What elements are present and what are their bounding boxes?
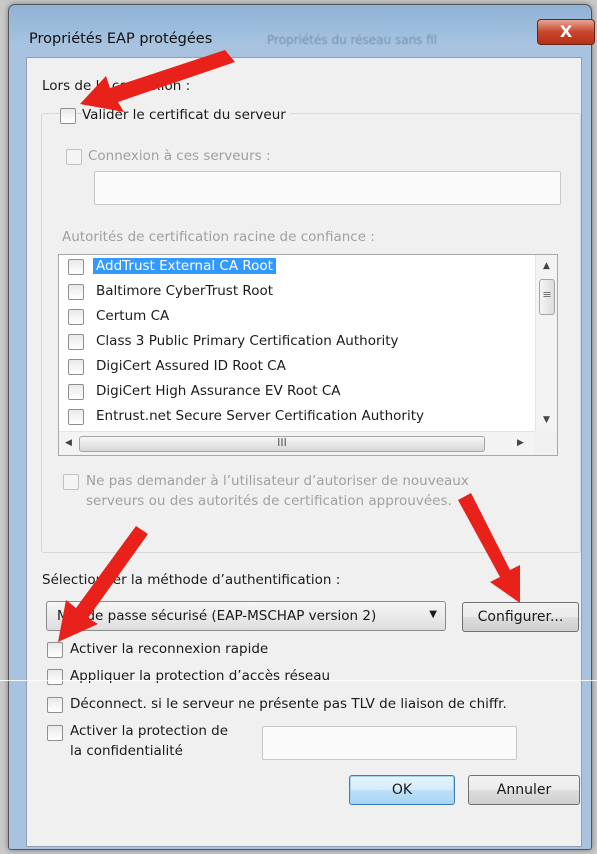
validate-cert-label: Valider le certificat du serveur [82,107,290,123]
certificate-checkbox[interactable] [68,259,84,275]
connect-servers-checkbox[interactable] [66,149,82,165]
list-item[interactable]: Certum CA [59,305,529,330]
trusted-roots-label: Autorités de certification racine de con… [62,229,375,245]
certificate-checkbox[interactable] [68,359,84,375]
auth-method-heading: Sélectionner la méthode d’authentificati… [42,572,341,588]
list-item[interactable]: DigiCert High Assurance EV Root CA [59,380,529,405]
arrow-up-icon[interactable]: ▲ [543,261,550,271]
servers-input[interactable] [94,171,561,205]
connect-servers-label: Connexion à ces serveurs : [88,148,271,164]
privacy-checkbox[interactable] [47,725,63,741]
auth-method-value: Mot de passe sécurisé (EAP-MSCHAP versio… [57,608,377,624]
privacy-label-line2: la confidentialité [70,743,183,759]
privacy-label-line1: Activer la protection de [70,723,229,739]
list-item[interactable]: AddTrust External CA Root [59,255,529,280]
horizontal-scrollbar[interactable]: ◀ III ▶ [59,431,537,455]
no-prompt-label-line2: serveurs ou des autorités de certificati… [86,493,452,509]
certificate-label: DigiCert High Assurance EV Root CA [96,383,341,399]
list-item[interactable]: Class 3 Public Primary Certification Aut… [59,330,529,355]
close-button[interactable]: X [537,19,595,45]
list-item[interactable]: DigiCert Assured ID Root CA [59,355,529,380]
validate-cert-checkbox[interactable] [60,108,76,124]
arrow-left-icon[interactable]: ◀ [65,438,72,448]
fast-reconnect-checkbox[interactable] [47,642,63,658]
certificate-checkbox[interactable] [68,284,84,300]
certificate-label: Baltimore CyberTrust Root [96,283,274,299]
nap-checkbox[interactable] [47,669,63,685]
fast-reconnect-label: Activer la reconnexion rapide [70,641,269,657]
disconnect-checkbox[interactable] [47,697,63,713]
certificate-label: AddTrust External CA Root [93,258,276,274]
auth-method-select[interactable]: Mot de passe sécurisé (EAP-MSCHAP versio… [46,601,446,631]
disconnect-label: Déconnect. si le serveur ne présente pas… [70,696,507,712]
list-item[interactable]: Baltimore CyberTrust Root [59,280,529,305]
connection-heading: Lors de la connexion : [42,78,191,94]
arrow-right-icon[interactable]: ▶ [517,438,524,448]
chevron-down-icon: ▼ [429,609,437,620]
background-window-title: Propriétés du réseau sans fil [267,33,438,47]
nap-label: Appliquer la protection d’accès réseau [70,668,331,684]
configure-button[interactable]: Configurer... [462,602,579,632]
no-prompt-checkbox[interactable] [63,474,79,490]
scroll-corner [535,431,557,455]
certificate-checkbox[interactable] [68,384,84,400]
list-item[interactable]: Entrust.net Secure Server Certification … [59,405,529,430]
certificate-label: Entrust.net Secure Server Certification … [96,408,424,424]
cancel-button[interactable]: Annuler [468,775,580,805]
certificate-label: Certum CA [96,308,170,324]
certificate-label: Class 3 Public Primary Certification Aut… [96,333,399,349]
dialog-title: Propriétés EAP protégées [29,31,213,47]
certificate-label: DigiCert Assured ID Root CA [96,358,286,374]
certificate-list[interactable]: AddTrust External CA Root Baltimore Cybe… [58,254,558,456]
horizontal-scroll-thumb[interactable]: III [79,436,485,452]
scan-line [0,680,597,681]
ok-button[interactable]: OK [349,775,455,805]
vertical-scroll-thumb[interactable]: ≡ [539,279,555,315]
certificate-checkbox[interactable] [68,409,84,425]
close-icon: X [559,22,573,41]
certificate-checkbox[interactable] [68,309,84,325]
no-prompt-label-line1: Ne pas demander à l’utilisateur d’autori… [86,473,469,489]
vertical-scrollbar[interactable]: ▲ ≡ ▼ [535,255,557,431]
certificate-checkbox[interactable] [68,334,84,350]
arrow-down-icon[interactable]: ▼ [543,415,550,425]
privacy-input[interactable] [262,726,517,760]
